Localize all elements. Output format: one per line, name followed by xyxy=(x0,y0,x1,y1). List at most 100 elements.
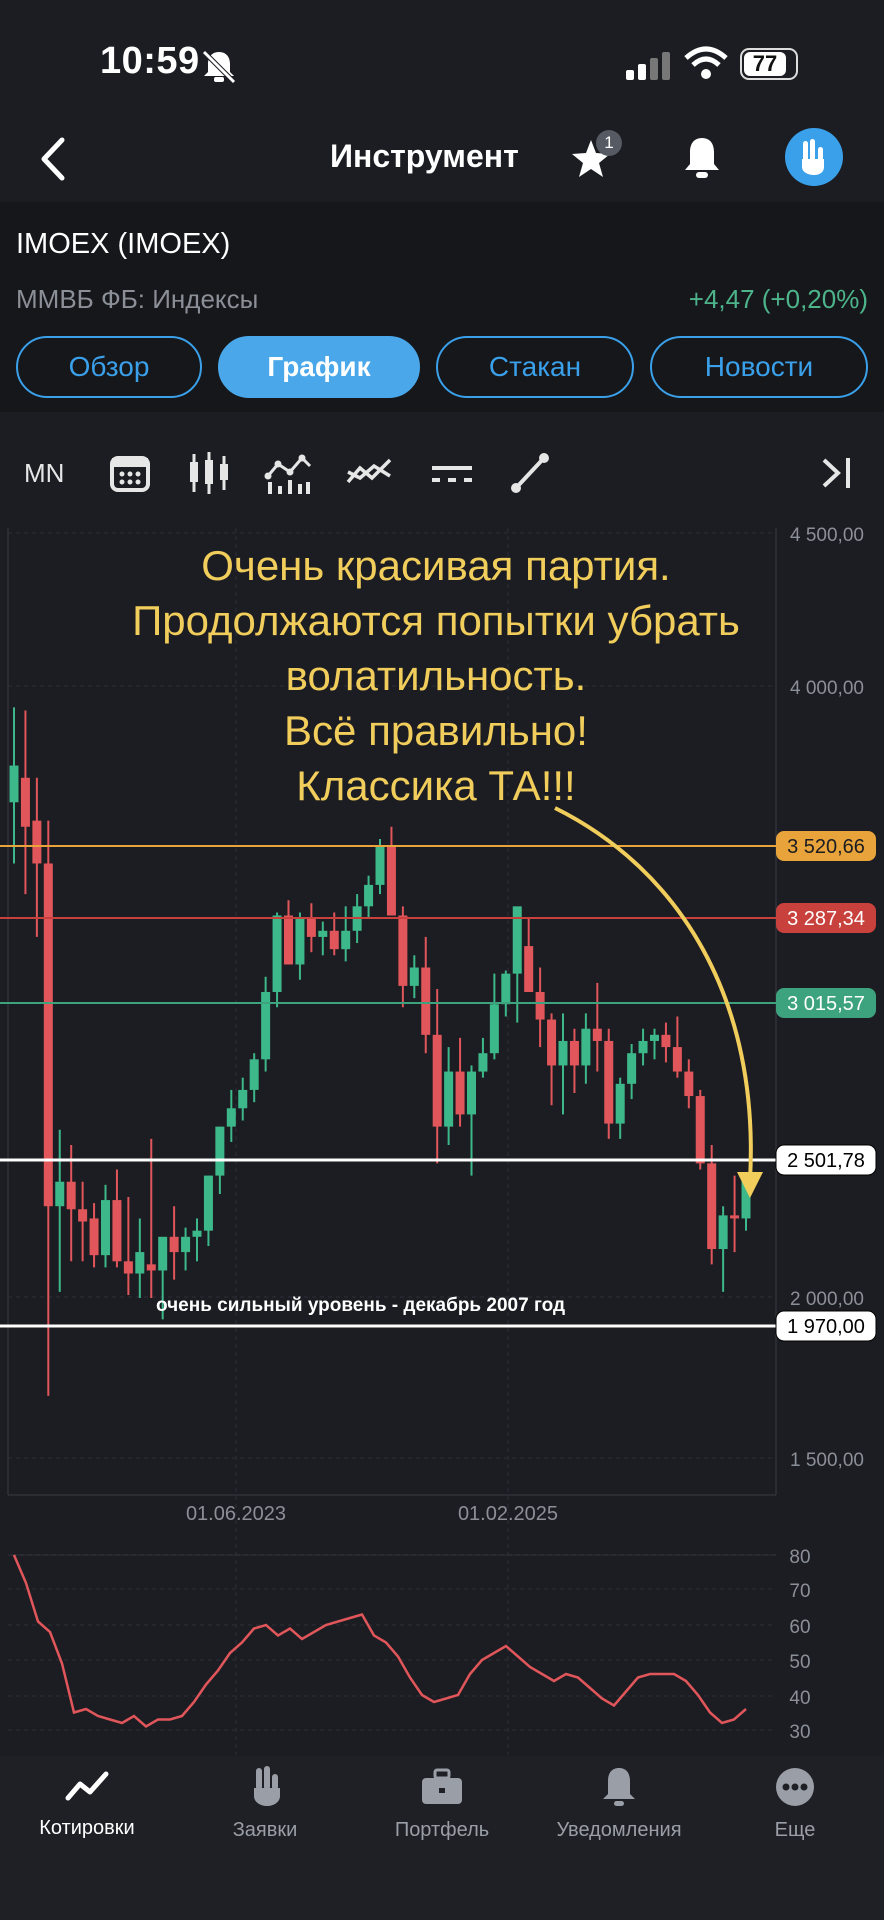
annotation-text: Всё правильно! xyxy=(284,707,588,754)
candle-body xyxy=(284,915,293,965)
signal-icon xyxy=(626,52,670,80)
candle-body xyxy=(444,1071,454,1127)
x-tick-label: 01.02.2025 xyxy=(458,1503,558,1525)
candle-body xyxy=(43,863,53,1207)
candle-body xyxy=(535,992,545,1020)
chart-line-icon xyxy=(65,1771,109,1801)
compare-icon[interactable] xyxy=(346,456,394,490)
candle-body xyxy=(135,1252,145,1274)
price-level-label: 3 287,34 xyxy=(787,908,865,930)
back-arrow-icon[interactable] xyxy=(36,136,70,182)
oscillator-tick-label: 80 xyxy=(789,1547,810,1568)
candle-body xyxy=(226,1108,236,1127)
candle-body xyxy=(581,1028,591,1066)
instrument-exchange: ММВБ ФБ: Индексы xyxy=(16,284,259,314)
candle-body xyxy=(409,967,419,986)
oscillator-tick-label: 30 xyxy=(789,1722,810,1743)
candle-body xyxy=(730,1215,740,1219)
nav-portfolio[interactable]: Портфель xyxy=(357,1766,527,1842)
candle-body xyxy=(306,918,316,937)
annotation-arrow xyxy=(554,806,753,1181)
nav-label: Заявки xyxy=(232,1819,298,1841)
candle-body xyxy=(489,1004,499,1054)
silent-bell-icon xyxy=(202,50,236,84)
candle-body xyxy=(421,967,431,1035)
indicators-icon[interactable] xyxy=(264,452,312,494)
candle-body xyxy=(615,1083,625,1124)
price-level-label: 3 015,57 xyxy=(787,993,865,1015)
candle-body xyxy=(272,915,282,992)
candle-body xyxy=(547,1019,557,1066)
scroll-to-end-icon[interactable] xyxy=(820,454,854,492)
tab-orderbook[interactable]: Стакан xyxy=(436,336,634,398)
candle-body xyxy=(123,1261,133,1274)
calendar-icon[interactable] xyxy=(108,452,152,494)
candle-body xyxy=(169,1236,179,1253)
nav-notifications[interactable]: Уведомления xyxy=(534,1766,704,1842)
status-time: 10:59 xyxy=(100,40,200,82)
candle-body xyxy=(558,1040,568,1066)
nav-more[interactable]: Еще xyxy=(710,1766,880,1842)
candle-body xyxy=(718,1215,728,1250)
hand-icon xyxy=(254,1766,280,1806)
y-tick-label: 4 500,00 xyxy=(790,525,864,546)
instrument-ticker: IMOEX (IMOEX) xyxy=(16,228,231,260)
candle-body xyxy=(318,930,328,937)
candle-body xyxy=(364,884,374,907)
candle-body xyxy=(512,906,522,974)
candle-body xyxy=(398,915,408,986)
tab-news[interactable]: Новости xyxy=(650,336,868,398)
candle-body xyxy=(78,1209,88,1222)
candle-body xyxy=(627,1053,637,1084)
candle-body xyxy=(158,1236,168,1271)
candle-body xyxy=(524,946,534,992)
annotation-text: волатильность. xyxy=(286,652,587,699)
oscillator-tick-label: 70 xyxy=(789,1581,810,1602)
candle-body xyxy=(181,1236,191,1253)
candle-body xyxy=(569,1040,579,1066)
price-level-label: 3 520,66 xyxy=(787,836,865,858)
candle-body xyxy=(478,1053,488,1072)
price-chart[interactable]: 3 520,66 3 287,34 3 015,57 2 501,78 1 970,00… xyxy=(0,520,884,1760)
candle-body xyxy=(203,1175,213,1231)
oscillator-tick-label: 40 xyxy=(789,1688,810,1709)
nav-label: Уведомления xyxy=(556,1819,682,1841)
y-tick-label: 4 000,00 xyxy=(790,678,864,699)
y-tick-label: 1 500,00 xyxy=(790,1450,864,1471)
level-note: очень сильный уровень - декабрь 2007 год xyxy=(156,1295,565,1316)
candle-body xyxy=(501,973,511,1005)
annotation-text: Продолжаются попытки убрать xyxy=(132,597,740,644)
avatar[interactable] xyxy=(785,128,843,186)
candle-body xyxy=(707,1163,717,1250)
bell-icon xyxy=(603,1768,635,1806)
annotation-text: Очень красивая партия. xyxy=(201,542,670,589)
candle-body xyxy=(695,1096,705,1164)
candle-body xyxy=(386,845,396,916)
nav-quotes[interactable]: Котировки xyxy=(2,1766,172,1840)
candle-body xyxy=(672,1047,682,1072)
candle-body xyxy=(55,1181,65,1207)
candle-body xyxy=(432,1034,442,1127)
candle-body xyxy=(89,1218,99,1256)
candle-body xyxy=(9,765,19,803)
candle-body xyxy=(295,918,305,965)
candle-body xyxy=(238,1089,248,1109)
trendline-icon[interactable] xyxy=(510,452,550,494)
candles-icon[interactable] xyxy=(188,450,230,496)
bell-icon[interactable] xyxy=(680,134,724,182)
candle-body xyxy=(592,1028,602,1041)
price-change: +4,47 (+0,20%) xyxy=(688,284,868,314)
page-title: Инструмент xyxy=(330,138,519,174)
nav-label: Портфель xyxy=(394,1819,490,1841)
tab-chart[interactable]: График xyxy=(218,336,420,398)
candle-body xyxy=(101,1200,110,1256)
tab-overview[interactable]: Обзор xyxy=(16,336,202,398)
candle-body xyxy=(684,1071,694,1097)
candle-body xyxy=(329,930,339,950)
nav-orders[interactable]: Заявки xyxy=(180,1766,350,1842)
horizontal-lines-icon[interactable] xyxy=(430,460,474,488)
price-level-label: 2 501,78 xyxy=(787,1150,865,1172)
oscillator-line xyxy=(12,1554,747,1729)
oscillator-tick-label: 50 xyxy=(789,1652,810,1673)
interval-selector[interactable]: MN xyxy=(24,458,64,489)
